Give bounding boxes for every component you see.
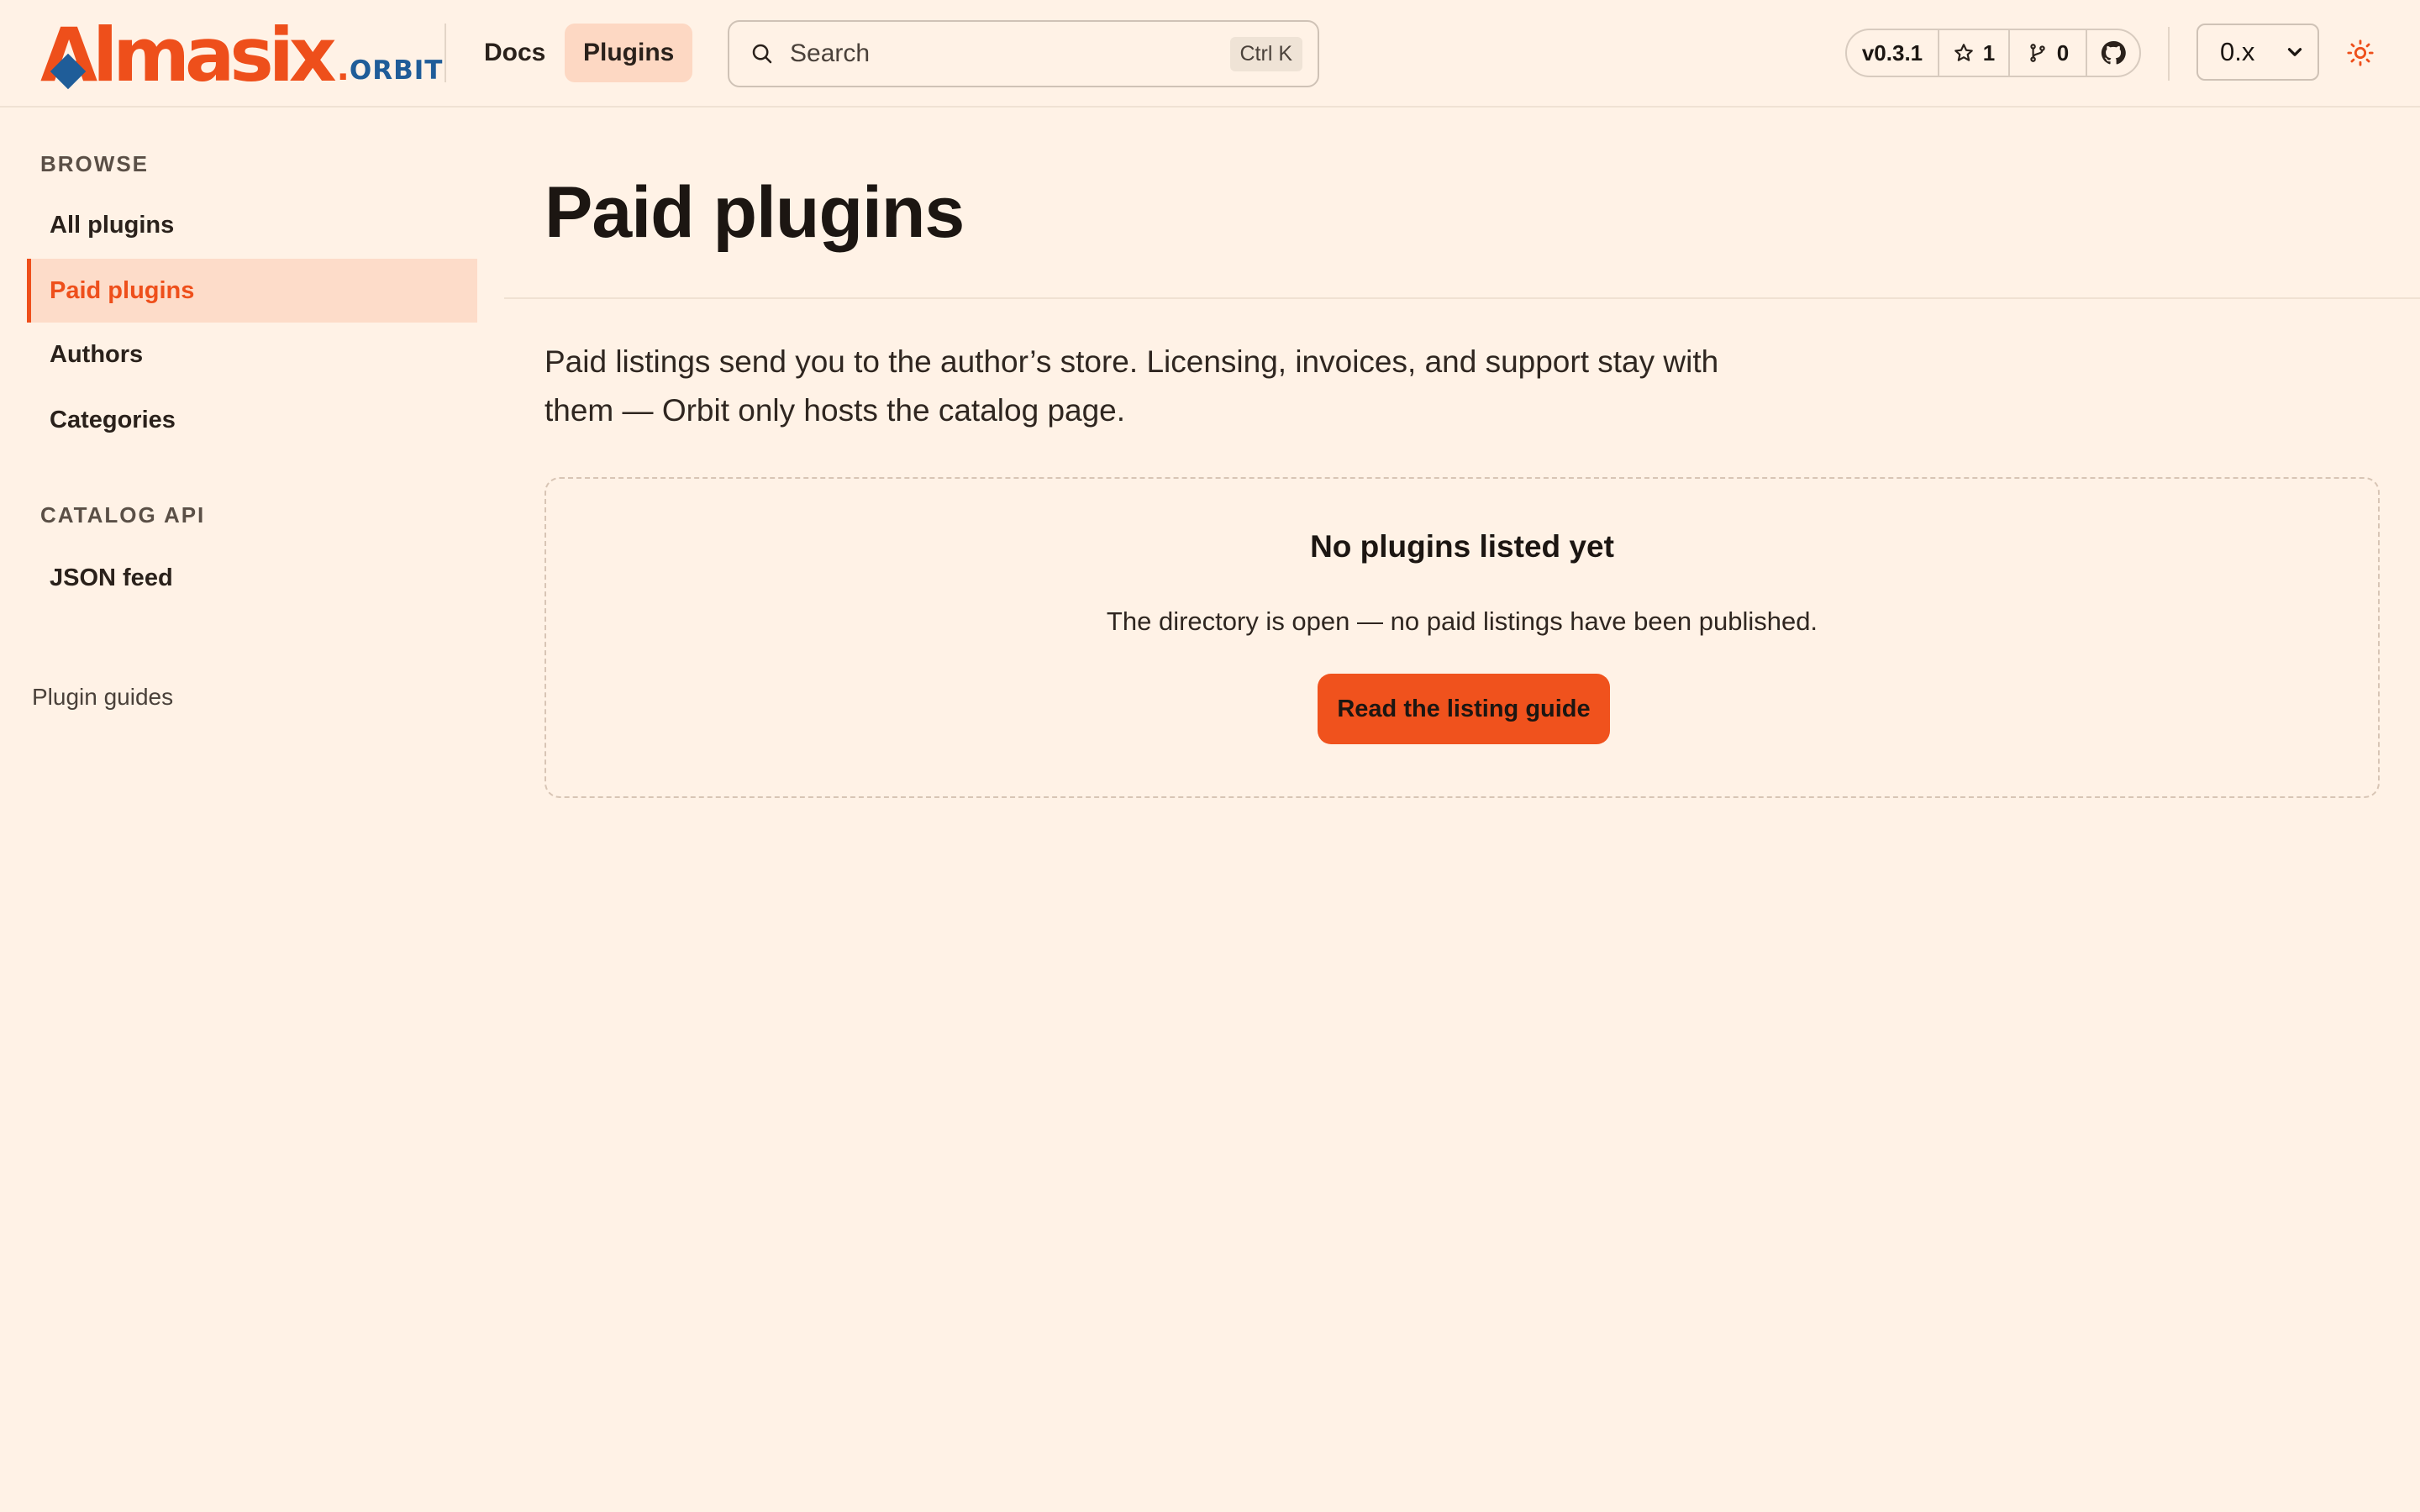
fork-icon xyxy=(2030,44,2045,62)
forks-badge[interactable]: 0 xyxy=(2010,30,2087,76)
version-badge[interactable]: v0.3.1 xyxy=(1847,30,1939,76)
sidebar-item-categories[interactable]: Categories xyxy=(27,388,477,452)
theme-toggle-button[interactable] xyxy=(2344,37,2376,69)
empty-state-text: The directory is open — no paid listings… xyxy=(1106,606,1818,636)
read-listing-guide-button[interactable]: Read the listing guide xyxy=(1318,674,1610,744)
logo-wordmark: Almasix xyxy=(40,12,337,98)
search-icon xyxy=(752,44,772,64)
nav-plugins-link[interactable]: Plugins xyxy=(565,24,693,82)
chevron-down-icon xyxy=(2287,48,2302,56)
logo-dot: . xyxy=(336,50,350,88)
logo-product-name: ORBIT xyxy=(349,55,444,86)
star-icon xyxy=(1954,44,1973,61)
header-divider-right xyxy=(2168,27,2170,81)
page-description: Paid listings send you to the author’s s… xyxy=(544,338,1771,435)
sun-icon xyxy=(2347,39,2374,66)
page-description-line-2: them — Orbit only hosts the catalog page… xyxy=(544,393,1126,428)
search-placeholder: Search xyxy=(790,39,871,67)
header-divider xyxy=(445,24,446,82)
sidebar-heading-catalog-api: CATALOG API xyxy=(40,502,206,528)
sidebar-item-paid-plugins[interactable]: Paid plugins xyxy=(27,259,477,323)
stars-badge[interactable]: 1 xyxy=(1939,30,2010,76)
docs-version-select[interactable]: 0.x xyxy=(2196,24,2319,81)
empty-state-title: No plugins listed yet xyxy=(1310,529,1614,564)
search-box[interactable]: Search Ctrl K xyxy=(728,20,1319,87)
repo-stats-group: v0.3.1 1 0 xyxy=(1845,29,2141,77)
title-divider xyxy=(504,297,2420,299)
site-logo[interactable]: Almasix . ORBIT xyxy=(40,12,444,98)
nav-docs-link[interactable]: Docs xyxy=(466,24,564,82)
sidebar-item-json-feed[interactable]: JSON feed xyxy=(27,546,477,610)
top-bar: Almasix . ORBIT Docs Plugins Search Ctrl… xyxy=(0,0,2420,108)
search-shortcut-hint: Ctrl K xyxy=(1229,36,1302,71)
version-select-value: 0.x xyxy=(2220,37,2255,66)
github-link[interactable] xyxy=(2087,30,2139,76)
page-description-line-1: Paid listings send you to the author’s s… xyxy=(544,344,1719,379)
plugin-guides-link[interactable]: Plugin guides xyxy=(32,684,173,711)
sidebar-heading-browse: BROWSE xyxy=(40,151,149,176)
page-title: Paid plugins xyxy=(544,172,965,253)
sidebar-item-authors[interactable]: Authors xyxy=(27,323,477,386)
forks-count: 0 xyxy=(2056,39,2070,66)
empty-state-card: No plugins listed yet The directory is o… xyxy=(544,477,2380,798)
github-icon xyxy=(2101,40,2126,65)
stars-count: 1 xyxy=(1982,39,1996,66)
version-label: v0.3.1 xyxy=(1861,39,1923,66)
sidebar-item-all-plugins[interactable]: All plugins xyxy=(27,193,477,257)
